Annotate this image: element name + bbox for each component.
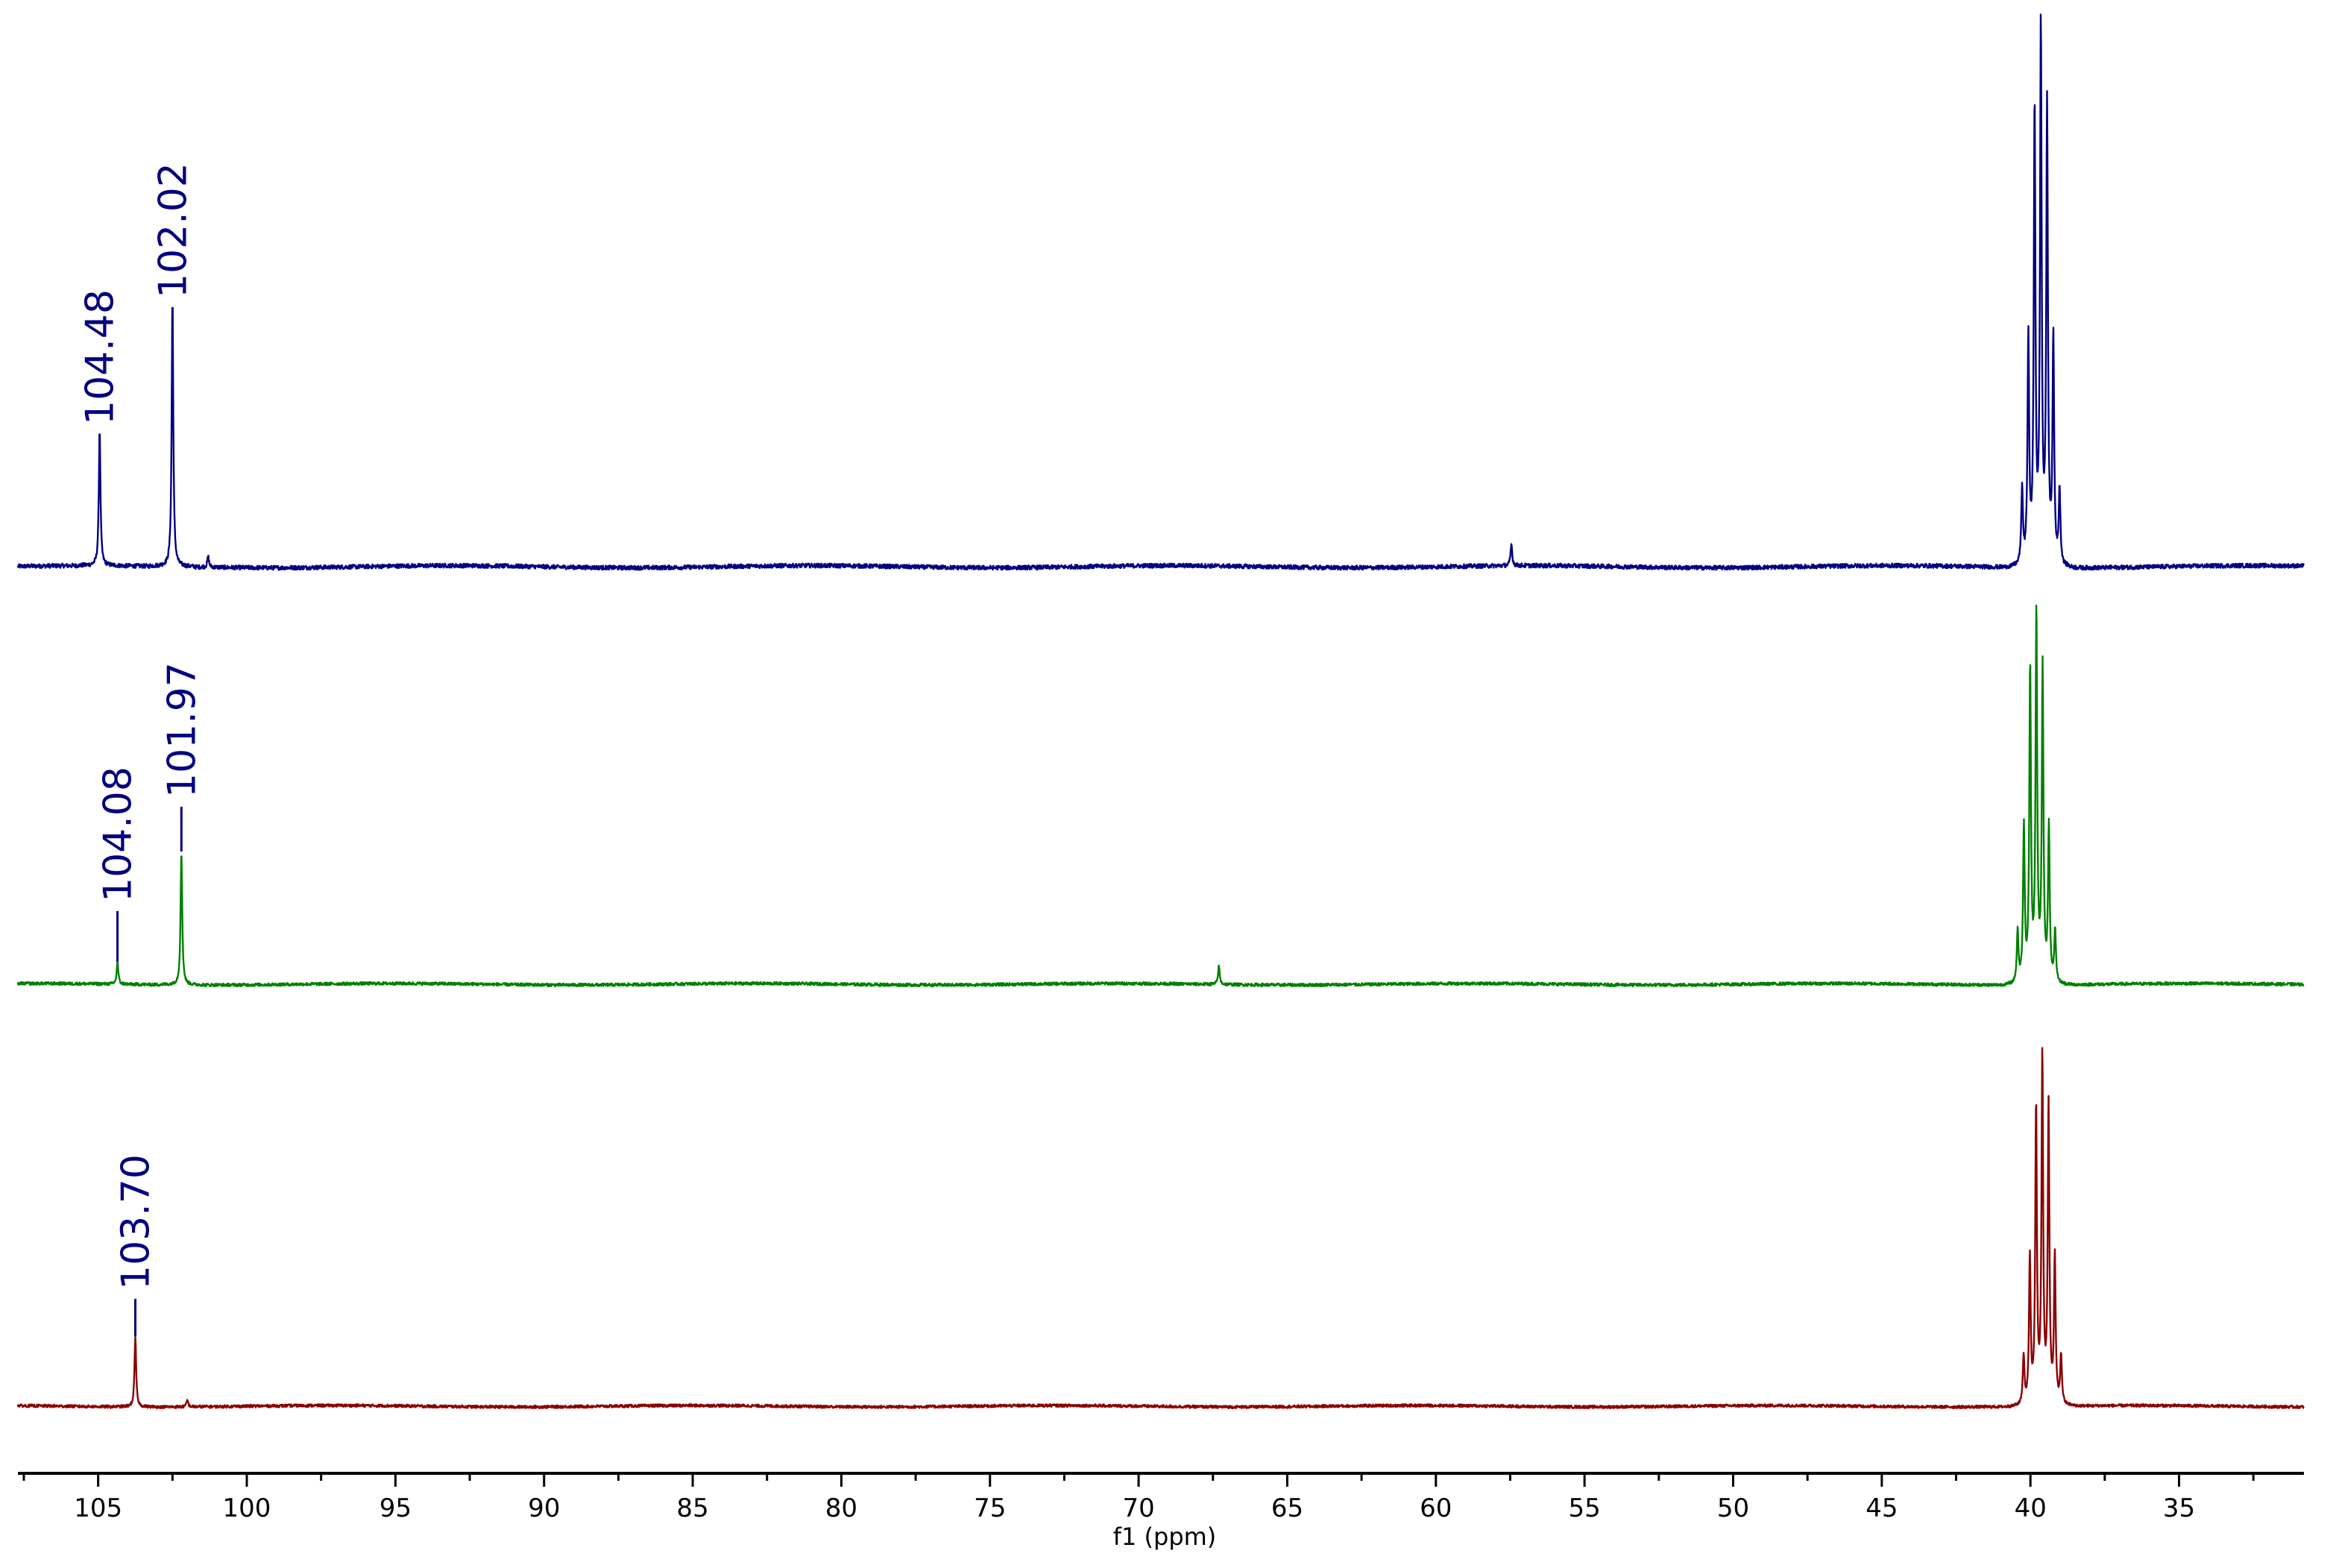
x-tick-label: 60 — [1420, 1493, 1452, 1523]
x-tick-label: 105 — [74, 1493, 122, 1523]
x-tick-label: 65 — [1271, 1493, 1303, 1523]
peak-label: 104.08 — [96, 766, 141, 902]
peak-label: 101.97 — [160, 662, 204, 798]
x-tick-label: 90 — [528, 1493, 560, 1523]
x-tick-label: 55 — [1569, 1493, 1601, 1523]
peak-labels-group: 104.48 102.02 104.08 101.97 103.70 — [78, 163, 204, 1337]
peak-label: 104.48 — [78, 289, 123, 425]
spectrum-middle-trace — [16, 604, 2305, 988]
spectrum-bottom-trace — [16, 1047, 2305, 1409]
x-tick-label: 95 — [380, 1493, 412, 1523]
x-tick-label: 45 — [1866, 1493, 1898, 1523]
x-axis-title: f1 (ppm) — [1113, 1523, 1217, 1551]
x-tick-label: 100 — [223, 1493, 271, 1523]
x-tick-label: 50 — [1717, 1493, 1749, 1523]
nmr-stacked-spectra-chart: 104.48 102.02 104.08 101.97 103.70 105 100 95 9… — [16, 13, 2305, 1551]
x-tick-label: 40 — [2015, 1493, 2047, 1523]
x-tick-label: 85 — [676, 1493, 708, 1523]
peak-label: 103.70 — [113, 1154, 158, 1290]
x-tick-label: 70 — [1122, 1493, 1154, 1523]
peak-label: 102.02 — [151, 163, 195, 298]
x-tick-label: 35 — [2163, 1493, 2195, 1523]
x-axis: 105 100 95 90 85 80 75 70 65 60 55 50 45 40 35 — [18, 1472, 2304, 1523]
x-tick-label: 80 — [825, 1493, 857, 1523]
spectra-group — [16, 13, 2305, 1409]
spectrum-top-trace — [16, 13, 2305, 571]
x-tick-label: 75 — [974, 1493, 1006, 1523]
